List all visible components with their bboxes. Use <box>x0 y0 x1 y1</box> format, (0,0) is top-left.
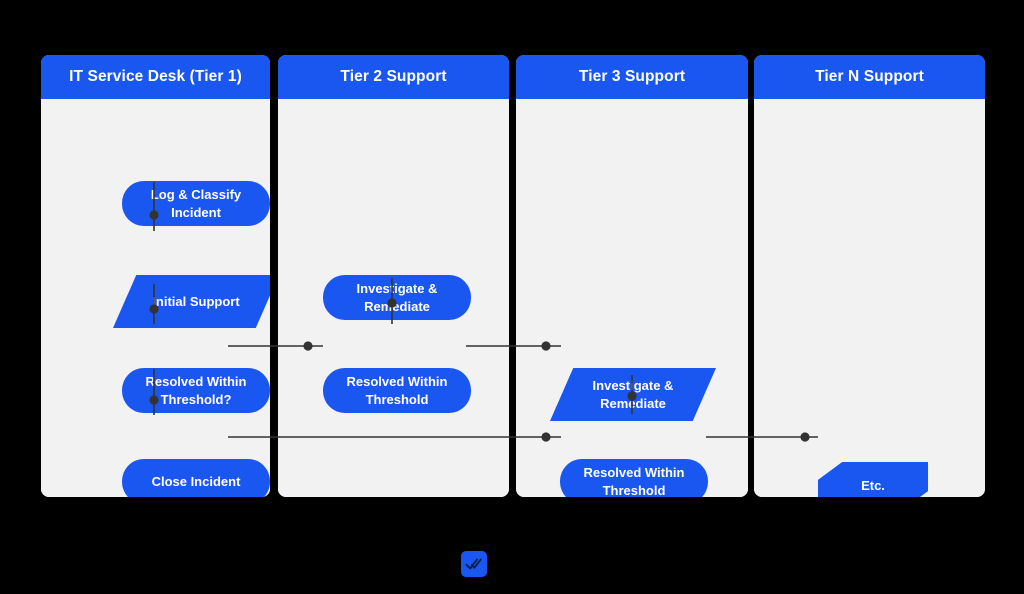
node-label-investigate-remediate-t3: Investigate & Remediate <box>592 377 674 411</box>
swimlane-body-it-service-desk-tier-1: Log & Classify Incident Initial Support Re… <box>41 99 270 497</box>
swimlane-tier-n-support: Tier N Support Etc. <box>754 55 985 497</box>
swimlane-header-tier-n-support[interactable]: Tier N Support <box>754 55 985 99</box>
node-close-incident[interactable]: Close Incident <box>122 459 270 497</box>
node-label-resolved-within-threshold-t2: Resolved Within Threshold <box>346 373 448 407</box>
swimlane-body-tier-n-support: Etc. <box>754 99 985 497</box>
node-label-investigate-remediate-t2: Investigate & Remediate <box>356 280 438 314</box>
node-label-log-classify-incident: Log & Classify Incident <box>150 186 242 220</box>
node-resolved-within-threshold-t2[interactable]: Resolved Within Threshold <box>323 368 471 413</box>
swimlane-tier-3-support: Tier 3 Support Investigate & Remediate Res… <box>516 55 748 497</box>
swimlane-body-tier-2-support: Investigate & Remediate Resolved Within T… <box>278 99 509 497</box>
node-label-etc: Etc. <box>861 477 885 493</box>
node-initial-support[interactable]: Initial Support <box>113 275 270 328</box>
swimlane-header-tier-2-support[interactable]: Tier 2 Support <box>278 55 509 99</box>
node-label-resolved-within-threshold-t3: Resolved Within Threshold <box>583 464 685 497</box>
diagram-canvas: IT Service Desk (Tier 1) Log & Classify I… <box>0 0 1024 594</box>
double-check-icon <box>465 558 482 570</box>
swimlane-body-tier-3-support: Investigate & Remediate Resolved Within T… <box>516 99 748 497</box>
swimlane-header-tier-3-support[interactable]: Tier 3 Support <box>516 55 748 99</box>
node-investigate-remediate-t3[interactable]: Investigate & Remediate <box>550 368 716 421</box>
node-resolved-within-threshold-t1[interactable]: Resolved Within Threshold? <box>122 368 270 413</box>
node-label-close-incident: Close Incident <box>151 473 241 489</box>
swimlane-it-service-desk-tier-1: IT Service Desk (Tier 1) Log & Classify I… <box>41 55 270 497</box>
node-etc[interactable]: Etc. <box>818 462 928 497</box>
swimlane-header-it-service-desk-tier-1[interactable]: IT Service Desk (Tier 1) <box>41 55 270 99</box>
double-check-logo <box>461 551 487 577</box>
swimlane-tier-2-support: Tier 2 Support Investigate & Remediate Res… <box>278 55 509 497</box>
node-resolved-within-threshold-t3[interactable]: Resolved Within Threshold <box>560 459 708 497</box>
node-label-resolved-within-threshold-t1: Resolved Within Threshold? <box>145 373 247 407</box>
node-label-initial-support: Initial Support <box>152 293 240 309</box>
node-investigate-remediate-t2[interactable]: Investigate & Remediate <box>323 275 471 320</box>
node-log-classify-incident[interactable]: Log & Classify Incident <box>122 181 270 226</box>
